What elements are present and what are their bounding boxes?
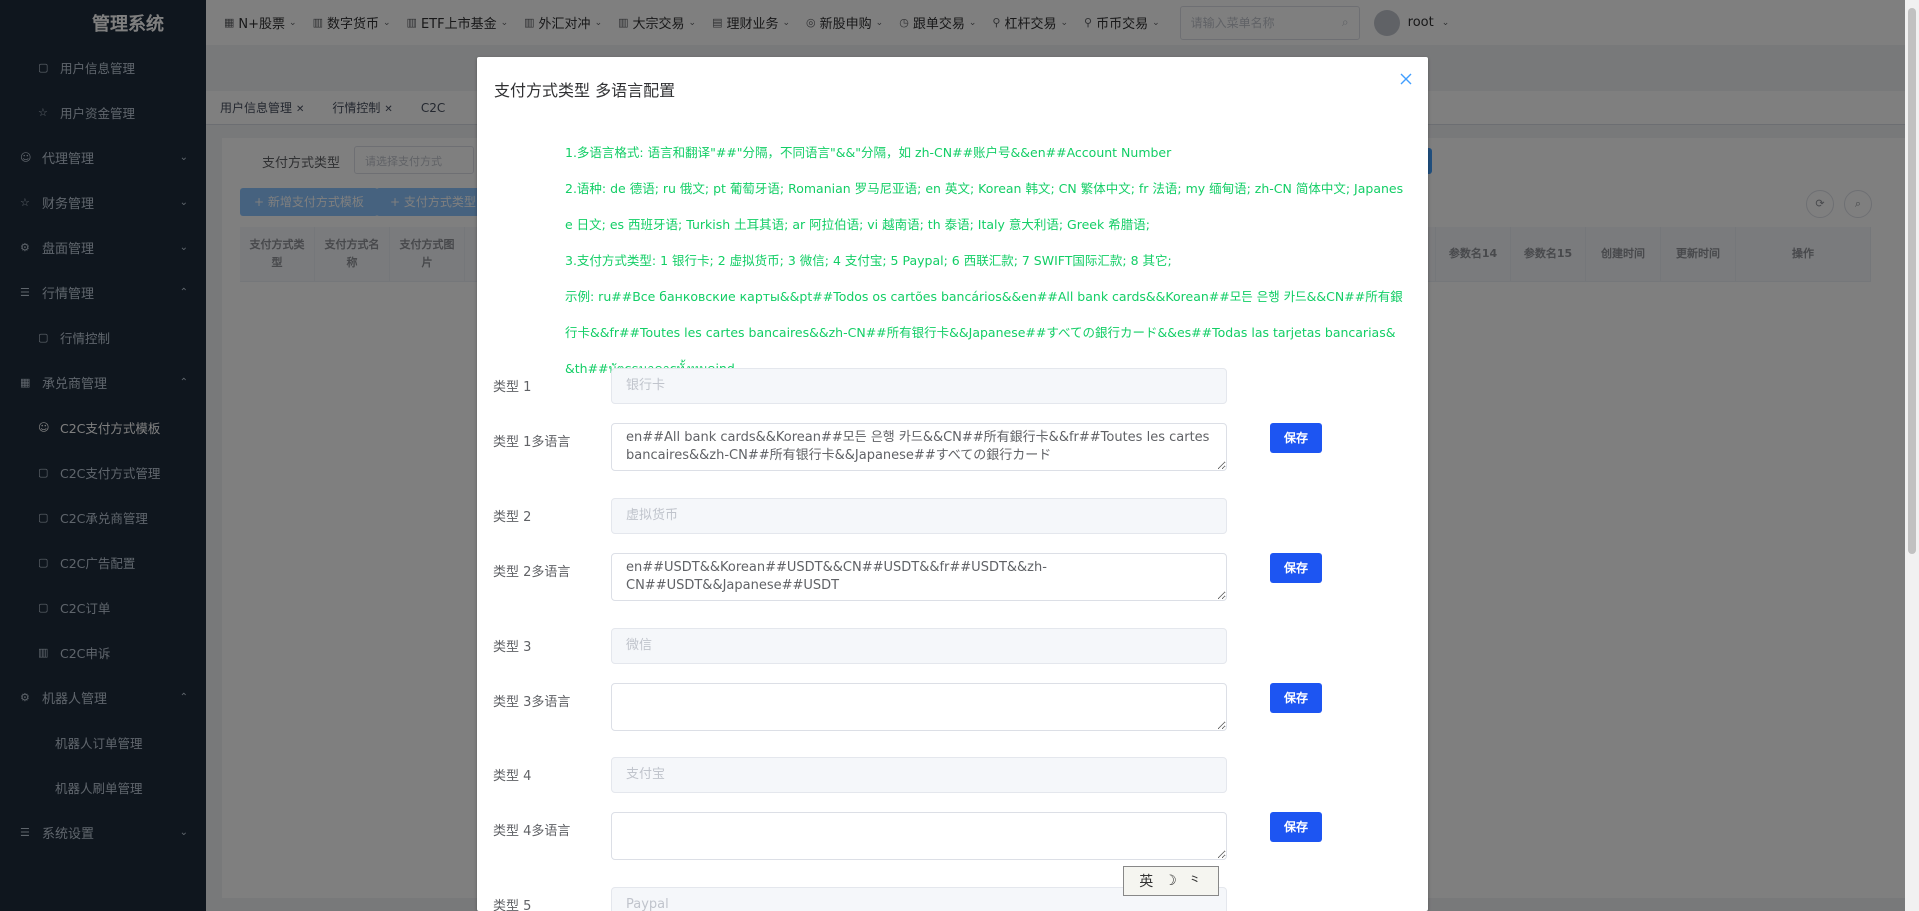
save-button[interactable]: 保存 [1270, 812, 1322, 842]
save-button[interactable]: 保存 [1270, 553, 1322, 583]
note-languages: 2.语种: de 德语; ru 俄文; pt 葡萄牙语; Romanian 罗马… [565, 181, 1404, 232]
lang-textarea[interactable]: en##USDT&&Korean##USDT&&CN##USDT&&fr##US… [611, 553, 1227, 601]
type-label: 类型 3 [493, 640, 532, 655]
type-label: 类型 4 [493, 769, 532, 784]
lang-label: 类型 4多语言 [493, 824, 571, 839]
type-label: 类型 2 [493, 510, 532, 525]
lang-label: 类型 1多语言 [493, 435, 571, 450]
scrollbar-thumb[interactable] [1908, 8, 1916, 554]
type-name-input: 虚拟货币 [611, 498, 1227, 534]
close-icon[interactable] [1400, 73, 1412, 85]
save-button[interactable]: 保存 [1270, 683, 1322, 713]
type-label: 类型 5 [493, 899, 532, 911]
instructions: 1.多语言格式: 语言和翻译"##"分隔，不同语言"&&"分隔，如 zh-CN#… [565, 135, 1405, 387]
type-name-input: 银行卡 [611, 368, 1227, 404]
type-label: 类型 1 [493, 380, 532, 395]
note-types: 3.支付方式类型: 1 银行卡; 2 虚拟货币; 3 微信; 4 支付宝; 5 … [565, 253, 1172, 268]
punctuation-icon[interactable]: ⺀ [1188, 871, 1203, 891]
ime-lang-icon[interactable]: 英 [1139, 871, 1154, 891]
multilang-dialog: 支付方式类型 多语言配置 1.多语言格式: 语言和翻译"##"分隔，不同语言"&… [477, 57, 1428, 911]
lang-textarea[interactable]: en##All bank cards&&Korean##모든 은행 카드&&CN… [611, 423, 1227, 471]
note-format: 1.多语言格式: 语言和翻译"##"分隔，不同语言"&&"分隔，如 zh-CN#… [565, 145, 1172, 160]
type-name-input: 微信 [611, 628, 1227, 664]
type-name-input: 支付宝 [611, 757, 1227, 793]
dialog-title: 支付方式类型 多语言配置 [494, 81, 676, 100]
lang-textarea[interactable] [611, 683, 1227, 731]
lang-label: 类型 2多语言 [493, 565, 571, 580]
ime-toolbar[interactable]: 英 ☽ ⺀ [1123, 866, 1219, 896]
lang-textarea[interactable] [611, 812, 1227, 860]
lang-label: 类型 3多语言 [493, 695, 571, 710]
save-button[interactable]: 保存 [1270, 423, 1322, 453]
page-scrollbar[interactable] [1905, 0, 1919, 911]
moon-icon[interactable]: ☽ [1164, 873, 1178, 889]
